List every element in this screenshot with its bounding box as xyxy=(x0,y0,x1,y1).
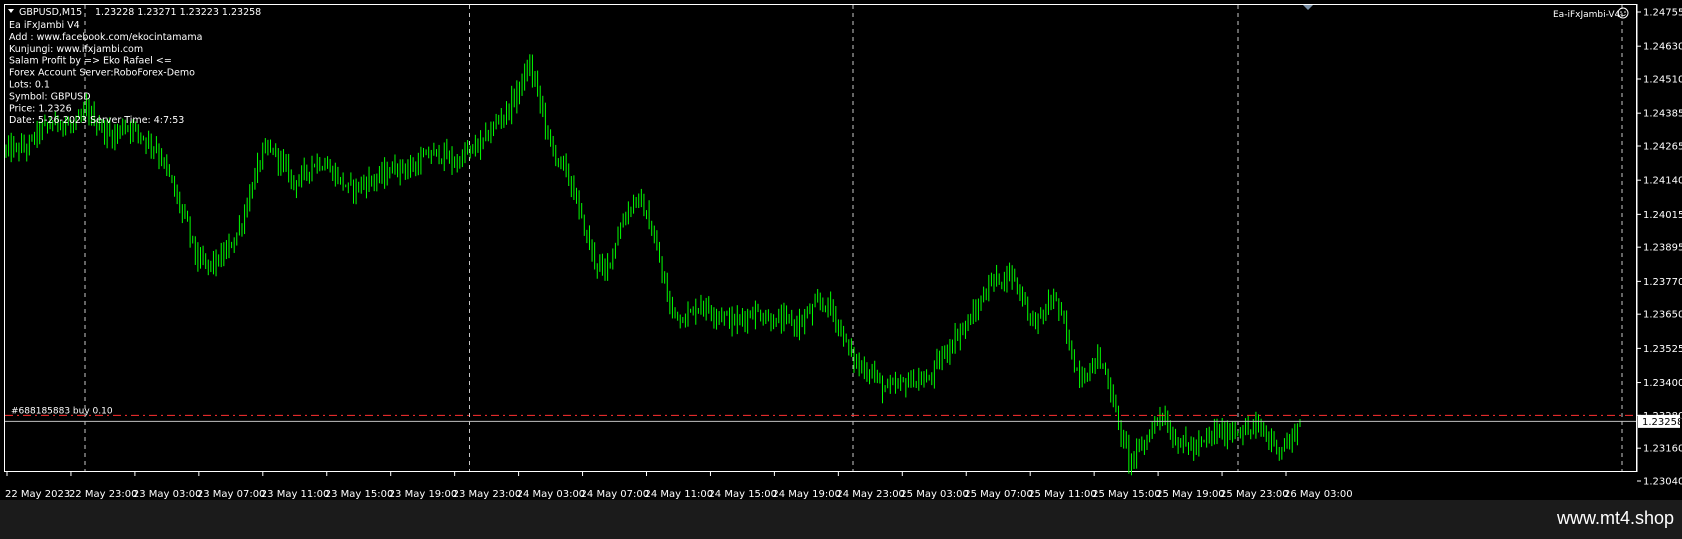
time-tick-label: 24 May 23:00 xyxy=(836,489,905,500)
footer-bar: www.mt4.shop xyxy=(0,500,1682,539)
price-tick-label: 1.23650 xyxy=(1643,310,1682,321)
price-tick-label: 1.24015 xyxy=(1643,210,1682,221)
ea-name-label: Ea-iFxJambi-V4 xyxy=(1553,10,1620,20)
candles-layer xyxy=(5,54,1301,476)
price-tick-label: 1.23160 xyxy=(1643,444,1682,455)
info-line: Ea iFxJambi V4 xyxy=(9,20,80,31)
watermark: www.mt4.shop xyxy=(1556,508,1674,528)
time-tick-label: 24 May 19:00 xyxy=(772,489,841,500)
info-line: Date: 5-26-2023 Server Time: 4:7:53 xyxy=(9,115,184,126)
price-tick-label: 1.23040 xyxy=(1643,477,1682,488)
price-chart[interactable]: 1.24755 1.24630 1.24510 1.24385 1.24265 1.241… xyxy=(0,0,1682,500)
price-tick-label: 1.23400 xyxy=(1643,378,1682,389)
bid-price-label: 1.23258 xyxy=(1642,417,1682,428)
price-tick-label: 1.23770 xyxy=(1643,277,1682,288)
info-line: Add : www.facebook.com/ekocintamama xyxy=(9,32,202,43)
time-tick-label: 24 May 15:00 xyxy=(708,489,777,500)
time-tick-label: 22 May 23:00 xyxy=(69,489,138,500)
info-line: Symbol: GBPUSD xyxy=(9,91,91,102)
time-tick-label: 25 May 11:00 xyxy=(1028,489,1097,500)
price-tick-label: 1.24510 xyxy=(1643,75,1682,86)
info-line: Price: 1.2326 xyxy=(9,103,72,114)
chart-window[interactable]: 1.24755 1.24630 1.24510 1.24385 1.24265 1.241… xyxy=(0,0,1682,500)
time-tick-label: 23 May 19:00 xyxy=(389,489,458,500)
time-tick-label: 22 May 2023 xyxy=(5,489,70,500)
time-tick-label: 23 May 11:00 xyxy=(261,489,330,500)
info-line: Salam Profit by => Eko Rafael <= xyxy=(9,56,172,67)
info-line: Kunjungi: www.ifxjambi.com xyxy=(9,44,143,55)
price-tick-label: 1.23525 xyxy=(1643,344,1682,355)
ohlc-values: 1.23228 1.23271 1.23223 1.23258 xyxy=(95,7,261,18)
time-tick-label: 23 May 23:00 xyxy=(453,489,522,500)
chart-frame xyxy=(4,4,1637,472)
vertical-grid xyxy=(84,5,1623,471)
ea-info-panel: Ea iFxJambi V4Add : www.facebook.com/eko… xyxy=(9,20,202,126)
symbol-timeframe: GBPUSD,M15 xyxy=(19,7,82,18)
time-tick-label: 25 May 07:00 xyxy=(964,489,1033,500)
price-tick-label: 1.23895 xyxy=(1643,243,1682,254)
time-tick-label: 23 May 03:00 xyxy=(133,489,202,500)
info-line: Lots: 0.1 xyxy=(9,80,50,91)
time-tick-label: 23 May 15:00 xyxy=(325,489,394,500)
time-tick-label: 25 May 23:00 xyxy=(1220,489,1289,500)
time-tick-label: 24 May 11:00 xyxy=(645,489,714,500)
time-tick-label: 25 May 19:00 xyxy=(1156,489,1225,500)
price-tick-label: 1.24140 xyxy=(1643,176,1682,187)
time-tick-label: 25 May 03:00 xyxy=(900,489,969,500)
time-tick-label: 25 May 15:00 xyxy=(1092,489,1161,500)
price-tick-label: 1.24755 xyxy=(1643,8,1682,19)
time-axis: 22 May 202322 May 23:0023 May 03:0023 Ma… xyxy=(5,472,1353,500)
time-tick-label: 23 May 07:00 xyxy=(197,489,266,500)
price-tick-label: 1.24630 xyxy=(1643,42,1682,53)
trade-label: #688185883 buy 0.10 xyxy=(11,406,113,416)
time-tick-label: 24 May 03:00 xyxy=(517,489,586,500)
time-tick-label: 24 May 07:00 xyxy=(581,489,650,500)
price-tick-label: 1.24385 xyxy=(1643,109,1682,120)
time-tick-label: 26 May 03:00 xyxy=(1284,489,1353,500)
shift-marker-icon[interactable] xyxy=(1303,5,1313,10)
price-tick-label: 1.24265 xyxy=(1643,142,1682,153)
info-line: Forex Account Server:RoboForex-Demo xyxy=(9,68,195,79)
chart-header: GBPUSD,M15 1.23228 1.23271 1.23223 1.232… xyxy=(8,7,261,18)
dropdown-triangle-icon[interactable] xyxy=(8,9,14,13)
